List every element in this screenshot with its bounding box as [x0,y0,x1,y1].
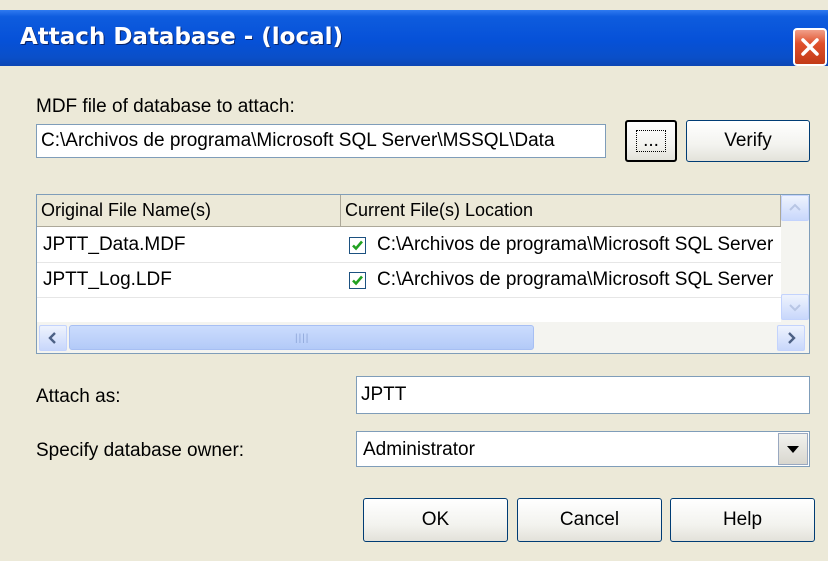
verify-button-label: Verify [724,130,772,151]
close-button[interactable] [793,28,827,66]
attach-as-value: JPTT [361,384,407,405]
cancel-button-label: Cancel [559,509,620,530]
ok-button[interactable]: OK [363,498,508,542]
help-button[interactable]: Help [670,498,815,542]
file-location-cell: C:\Archivos de programa\Microsoft SQL Se… [377,234,774,255]
location-checkbox[interactable] [349,272,366,289]
grip-icon: |||| [295,333,310,344]
verify-button[interactable]: Verify [686,120,810,162]
mdf-path-input[interactable]: C:\Archivos de programa\Microsoft SQL Se… [36,124,606,158]
database-owner-label: Specify database owner: [36,440,245,461]
title-bar[interactable]: Attach Database - (local) [0,10,828,66]
attach-as-label: Attach as: [36,386,121,407]
mdf-file-label: MDF file of database to attach: [36,96,295,117]
database-owner-select[interactable]: Administrator [356,431,810,467]
table-row[interactable]: JPTT_Log.LDF C:\Archivos de programa\Mic… [37,263,781,298]
location-checkbox[interactable] [349,237,366,254]
attach-database-dialog: Attach Database - (local) MDF file of da… [0,0,828,561]
checkmark-icon [352,240,363,251]
close-icon [801,38,819,56]
dropdown-button[interactable] [778,433,808,465]
scroll-left-button[interactable] [39,325,67,351]
mdf-path-value: C:\Archivos de programa\Microsoft SQL Se… [41,130,555,151]
checkmark-icon [352,275,363,286]
chevron-left-icon [48,332,56,344]
column-header-current-location[interactable]: Current File(s) Location [341,195,781,227]
file-name-cell: JPTT_Data.MDF [43,234,186,255]
chevron-down-icon [787,446,799,453]
chevron-down-icon [789,304,801,312]
chevron-up-icon [789,203,801,211]
window-title: Attach Database - (local) [20,24,344,50]
database-owner-value: Administrator [363,439,475,460]
browse-button[interactable]: ... [625,120,677,162]
scroll-up-button[interactable] [781,195,809,221]
help-button-label: Help [722,509,763,530]
column-header-original-file[interactable]: Original File Name(s) [37,195,341,227]
files-table: Original File Name(s) Current File(s) Lo… [36,194,810,354]
table-row[interactable]: JPTT_Data.MDF C:\Archivos de programa\Mi… [37,228,781,263]
vertical-scrollbar[interactable] [781,195,809,322]
table-header: Original File Name(s) Current File(s) Lo… [37,195,781,227]
attach-as-input[interactable]: JPTT [356,376,810,414]
browse-button-label: ... [636,130,666,152]
cancel-button[interactable]: Cancel [517,498,662,542]
file-name-cell: JPTT_Log.LDF [43,269,172,290]
scroll-down-button[interactable] [781,294,809,320]
scrollbar-thumb[interactable]: |||| [69,325,534,350]
scroll-right-button[interactable] [777,325,805,351]
chevron-right-icon [788,332,796,344]
file-location-cell: C:\Archivos de programa\Microsoft SQL Se… [377,269,774,290]
ok-button-label: OK [421,509,450,530]
horizontal-scrollbar[interactable]: |||| [37,322,809,353]
